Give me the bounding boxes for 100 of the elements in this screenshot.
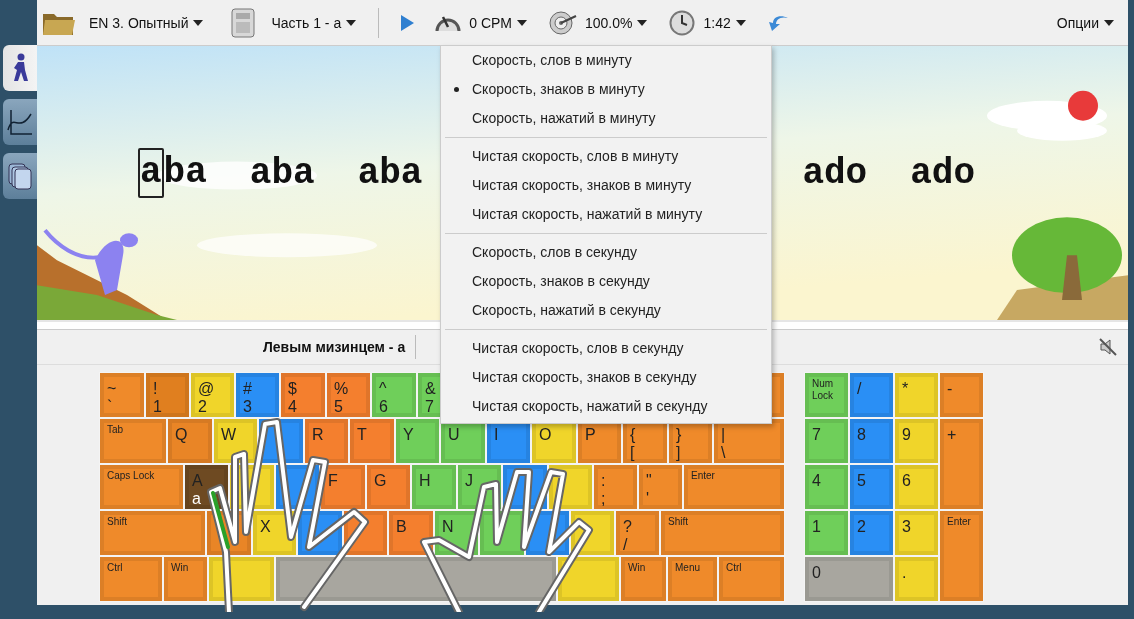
key-label: +	[947, 426, 958, 444]
key-label: *	[902, 380, 910, 398]
key-label: 4	[812, 472, 822, 490]
exercise-word: aba	[138, 148, 207, 198]
menu-item[interactable]: Чистая скорость, знаков в секунду	[441, 363, 771, 392]
key-label: -	[947, 380, 954, 398]
key-label: Shift	[107, 516, 128, 528]
menu-item[interactable]: Скорость, знаков в минуту	[441, 75, 771, 104]
key-label: 1	[153, 398, 163, 416]
menu-item[interactable]: Чистая скорость, нажатий в минуту	[441, 200, 771, 229]
key-label: B	[396, 518, 408, 536]
menu-item[interactable]: Скорость, нажатий в секунду	[441, 296, 771, 325]
caret-icon	[735, 19, 746, 26]
key-label: !	[153, 380, 159, 398]
toolbar-menu-button[interactable]: 0 CPM	[435, 2, 527, 43]
exercise-word: aba	[249, 152, 315, 194]
key-label: Menu	[675, 562, 701, 574]
key-label: I	[494, 426, 500, 444]
key-label: ^	[379, 380, 388, 398]
chart-icon	[7, 108, 33, 136]
key-label: H	[419, 472, 432, 490]
play-icon	[399, 13, 416, 32]
caret-icon	[346, 19, 357, 26]
sidebar-tab[interactable]	[3, 153, 37, 199]
key-label: ~	[107, 380, 118, 398]
key-label: X	[260, 518, 272, 536]
menu-item[interactable]: Чистая скорость, знаков в минуту	[441, 171, 771, 200]
key-label: "	[646, 472, 653, 490]
exercise-word: ado	[802, 152, 868, 194]
key-label: P	[585, 426, 597, 444]
key-label: .	[902, 564, 908, 582]
sidebar-tab[interactable]	[3, 45, 37, 91]
key-label: 4	[288, 398, 298, 416]
clock-icon	[669, 9, 696, 36]
menu-item[interactable]: Чистая скорость, нажатий в секунду	[441, 392, 771, 421]
menu-item[interactable]: Чистая скорость, слов в минуту	[441, 142, 771, 171]
text-cursor: a	[138, 148, 164, 198]
key-label: T	[357, 426, 368, 444]
toolbar-menu-button[interactable]: 1:42	[669, 2, 746, 43]
key-label: %	[334, 380, 350, 398]
key-label: 3	[243, 398, 253, 416]
caret-icon	[637, 19, 648, 26]
key-label: ?	[623, 518, 633, 536]
exercise-word: ado	[910, 152, 975, 194]
finger-hint: Левым мизинцем - a	[263, 339, 406, 355]
key-label: {	[630, 426, 637, 444]
key-label: Ctrl	[726, 562, 743, 574]
key-label: Win	[171, 562, 190, 574]
exercise-word: aba	[357, 152, 423, 194]
toolbar-menu-button[interactable]: Часть 1 - a	[231, 2, 357, 43]
key-label: a	[192, 490, 202, 508]
key-label: N	[442, 518, 455, 536]
key-label: R	[312, 426, 325, 444]
menu-item[interactable]: Скорость, знаков в секунду	[441, 267, 771, 296]
key-label: 0	[812, 564, 822, 582]
key-label: 6	[902, 472, 912, 490]
toolbar-menu-button[interactable]: EN 3. Опытный	[42, 2, 204, 43]
caret-icon	[193, 19, 204, 26]
key-label: Tab	[107, 424, 125, 436]
mute-icon[interactable]	[1098, 337, 1118, 357]
key-label: 8	[857, 426, 867, 444]
menu-item[interactable]: Скорость, слов в минуту	[441, 46, 771, 75]
toolbar-menu-button[interactable]: Опции	[1056, 2, 1114, 43]
key-label: 7	[425, 398, 435, 416]
key-label: J	[465, 472, 474, 490]
key-label: Ctrl	[107, 562, 124, 574]
key-label: F	[328, 472, 339, 490]
calculator-icon	[231, 7, 256, 38]
key-label: Enter	[691, 470, 716, 482]
menu-item[interactable]: Скорость, нажатий в минуту	[441, 104, 771, 133]
target-icon	[549, 9, 577, 36]
menu-item[interactable]: Чистая скорость, слов в секунду	[441, 334, 771, 363]
key-label: Shift	[668, 516, 689, 528]
sidebar-tab[interactable]	[3, 99, 37, 145]
key-label: Win	[628, 562, 647, 574]
key-label: O	[539, 426, 553, 444]
key-label: 5	[857, 472, 867, 490]
key-label: [	[630, 444, 636, 462]
key-label: W	[221, 426, 238, 444]
key-label: Y	[403, 426, 415, 444]
key-label: ]	[676, 444, 682, 462]
documents-icon	[7, 162, 33, 190]
key-label: \	[721, 444, 727, 462]
key-label: #	[243, 380, 253, 398]
key-label: `	[107, 398, 114, 416]
key-label: 7	[812, 426, 822, 444]
key-label: U	[448, 426, 461, 444]
key-label: Q	[175, 426, 189, 444]
key-label: 2	[857, 518, 867, 536]
key-label: Enter	[947, 516, 972, 528]
key-label: 9	[902, 426, 912, 444]
menu-item[interactable]: Скорость, слов в секунду	[441, 238, 771, 267]
key-label: Num Lock	[812, 378, 835, 402]
caret-icon	[1104, 19, 1114, 26]
key-label: :	[601, 472, 607, 490]
key-label: '	[646, 490, 651, 508]
key-label: ;	[601, 490, 607, 508]
toolbar-menu-button[interactable]: 100.0%	[549, 2, 648, 43]
key-label: G	[374, 472, 388, 490]
caret-icon	[517, 19, 527, 26]
